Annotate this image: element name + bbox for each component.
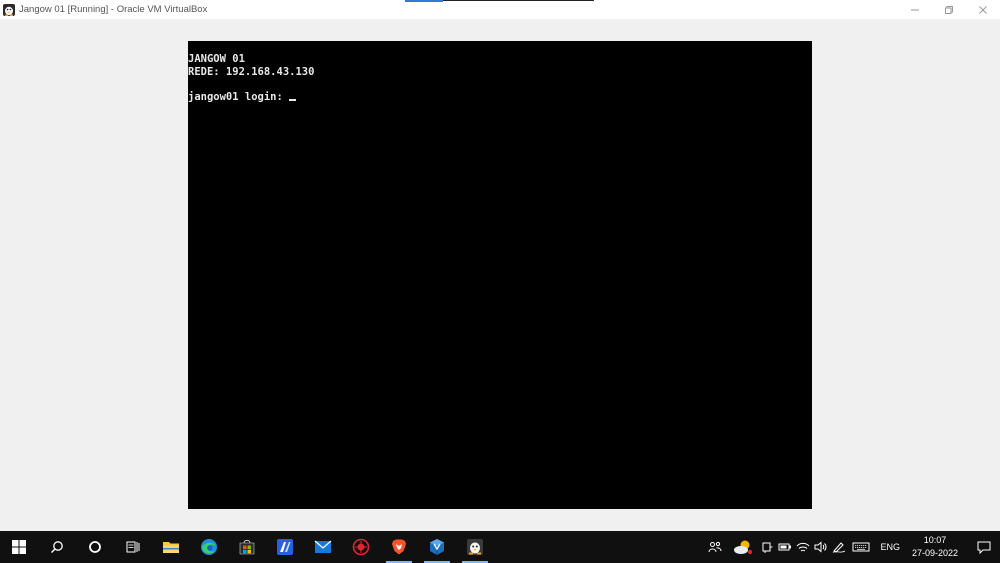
console-line-ip: REDE: 192.168.43.130 xyxy=(188,65,315,78)
input-language[interactable]: ENG xyxy=(880,542,900,552)
console-output: JANGOW 01 REDE: 192.168.43.130 jangow01 … xyxy=(188,53,314,103)
folder-icon xyxy=(163,542,179,553)
restore-icon xyxy=(945,5,953,14)
minimize-icon xyxy=(911,9,919,10)
task-view-icon xyxy=(126,541,140,553)
pen-button[interactable] xyxy=(830,531,848,563)
minimize-button[interactable] xyxy=(898,0,932,19)
keyboard-button[interactable] xyxy=(848,531,874,563)
search-icon xyxy=(51,541,63,553)
vm-display[interactable]: JANGOW 01 REDE: 192.168.43.130 jangow01 … xyxy=(188,41,812,509)
virtualbox-window: Jangow 01 [Running] - Oracle VM VirtualB… xyxy=(0,0,1000,531)
task-view-button[interactable] xyxy=(114,531,152,563)
tray-devices-button[interactable] xyxy=(758,531,776,563)
battery-icon xyxy=(778,543,792,551)
taskbar-virtualbox[interactable] xyxy=(418,531,456,563)
taskbar-vm-window[interactable] xyxy=(456,531,494,563)
close-icon xyxy=(979,5,987,14)
start-button[interactable] xyxy=(0,531,38,563)
store-icon xyxy=(239,539,255,555)
title-bar[interactable]: Jangow 01 [Running] - Oracle VM VirtualB… xyxy=(0,0,1000,19)
console-line-login[interactable]: jangow01 login: xyxy=(188,91,314,104)
taskbar-edge[interactable] xyxy=(190,531,228,563)
people-icon xyxy=(708,541,722,553)
usb-device-icon xyxy=(762,542,773,553)
cortana-button[interactable] xyxy=(76,531,114,563)
close-button[interactable] xyxy=(966,0,1000,19)
clock[interactable]: 10:07 27-09-2022 xyxy=(912,534,958,560)
brave-icon xyxy=(392,539,406,555)
clock-time: 10:07 xyxy=(923,535,947,545)
volume-icon xyxy=(814,541,827,553)
system-tray: ENG 10:07 27-09-2022 xyxy=(702,531,1000,563)
taskbar-app-red[interactable] xyxy=(342,531,380,563)
taskbar-brave[interactable] xyxy=(380,531,418,563)
app-blue-icon xyxy=(277,539,293,555)
console-line-blank xyxy=(188,78,314,91)
volume-button[interactable] xyxy=(812,531,830,563)
clock-date: 27-09-2022 xyxy=(911,548,958,558)
taskbar: ENG 10:07 27-09-2022 xyxy=(0,531,1000,563)
people-button[interactable] xyxy=(702,531,728,563)
taskbar-store[interactable] xyxy=(228,531,266,563)
vm-app-icon xyxy=(2,3,16,17)
window-title: Jangow 01 [Running] - Oracle VM VirtualB… xyxy=(19,4,208,15)
console-line-hostname: JANGOW 01 xyxy=(188,53,245,65)
wifi-button[interactable] xyxy=(794,531,812,563)
touch-keyboard-icon xyxy=(852,542,870,552)
windows-logo-icon xyxy=(12,540,26,554)
edge-icon xyxy=(201,539,217,555)
weather-button[interactable] xyxy=(728,531,758,563)
notification-icon xyxy=(977,541,991,554)
mail-icon xyxy=(314,540,332,553)
virtualbox-icon xyxy=(430,539,444,555)
restore-button[interactable] xyxy=(932,0,966,19)
battery-button[interactable] xyxy=(776,531,794,563)
taskbar-mail[interactable] xyxy=(304,531,342,563)
red-app-icon xyxy=(352,538,370,556)
taskbar-app-blue[interactable] xyxy=(266,531,304,563)
window-controls xyxy=(898,0,1000,19)
search-button[interactable] xyxy=(38,531,76,563)
weather-cloud-sun-icon xyxy=(734,540,753,555)
text-cursor xyxy=(289,98,297,101)
taskbar-file-explorer[interactable] xyxy=(152,531,190,563)
taskbar-apps xyxy=(0,531,494,563)
wifi-icon xyxy=(797,542,810,552)
login-prompt: jangow01 login: xyxy=(188,90,290,103)
notifications-button[interactable] xyxy=(968,531,1000,563)
pen-ink-icon xyxy=(833,542,846,553)
top-overlay-progress xyxy=(405,0,443,2)
cortana-circle-icon xyxy=(89,541,101,553)
vm-running-icon xyxy=(467,539,483,555)
